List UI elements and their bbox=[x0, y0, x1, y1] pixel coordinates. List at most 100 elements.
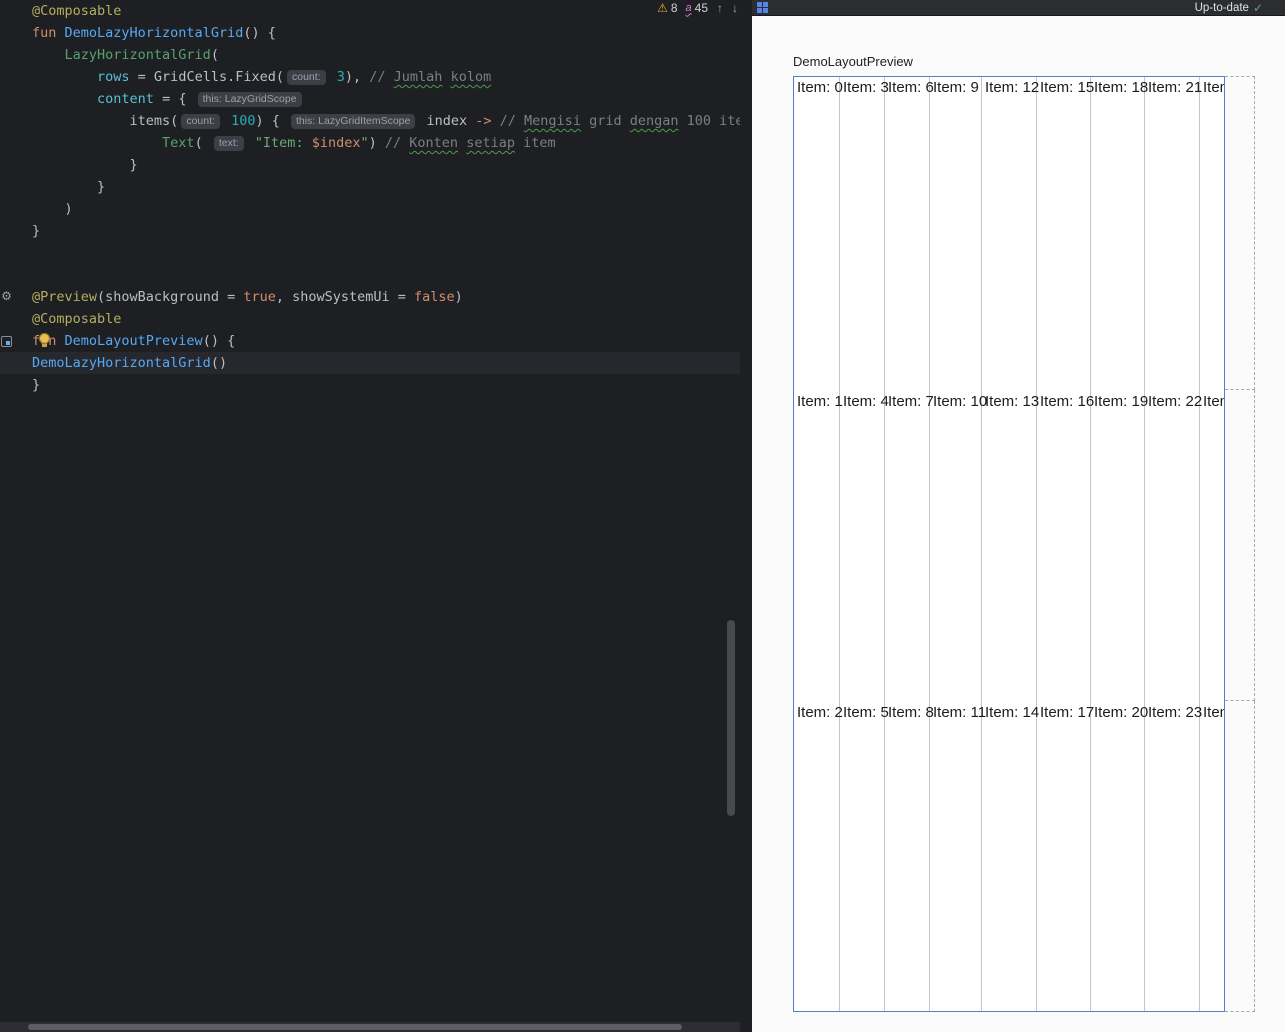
code-token: ( bbox=[194, 135, 211, 151]
code-line[interactable]: @Composable bbox=[0, 0, 740, 22]
inlay-hint: count: bbox=[181, 114, 220, 129]
code-token: index bbox=[418, 113, 476, 129]
inlay-hint: count: bbox=[286, 70, 326, 85]
code-token: () bbox=[210, 355, 228, 371]
preview-title[interactable]: DemoLayoutPreview bbox=[793, 54, 913, 69]
grid-item-label: Item: 21 bbox=[1148, 79, 1203, 96]
code-token: ( bbox=[210, 47, 219, 63]
code-line[interactable]: rows = GridCells.Fixed(count: 3), // Jum… bbox=[0, 66, 740, 88]
vertical-scrollbar[interactable] bbox=[727, 620, 735, 816]
code-token: Jumlah bbox=[393, 69, 443, 85]
grid-column bbox=[982, 77, 1037, 1011]
preview-settings-gear-icon[interactable]: ⚙ bbox=[0, 289, 13, 303]
code-token: LazyHorizontalGrid bbox=[64, 47, 211, 63]
code-line[interactable] bbox=[0, 242, 740, 264]
code-line[interactable]: } bbox=[0, 374, 740, 396]
code-editor[interactable]: @Composable fun DemoLazyHorizontalGrid() … bbox=[0, 0, 752, 1032]
code-token: } bbox=[32, 179, 106, 195]
grid-item-label: Item: 9 bbox=[933, 79, 979, 96]
code-token: () { bbox=[243, 25, 276, 41]
code-line[interactable]: } bbox=[0, 154, 740, 176]
code-line[interactable]: DemoLazyHorizontalGrid() bbox=[0, 352, 740, 374]
horizontal-scrollbar-thumb[interactable] bbox=[28, 1024, 682, 1030]
grid-item-label: Item: 3 bbox=[843, 79, 889, 96]
code-token: fun bbox=[32, 25, 65, 41]
code-line[interactable]: items(count: 100) { this: LazyGridItemSc… bbox=[0, 110, 740, 132]
code-token: () { bbox=[202, 333, 236, 349]
code-token: grid bbox=[580, 113, 630, 129]
code-token: true bbox=[243, 289, 276, 305]
grid-item-label: Item: 1 bbox=[797, 393, 843, 410]
code-token: item bbox=[514, 135, 556, 151]
code-line[interactable]: } bbox=[0, 176, 740, 198]
code-token: } bbox=[32, 157, 138, 173]
preview-frame[interactable]: Item: 0 Item: 1 Item: 2 Item: 3 Item: 4 Item:… bbox=[793, 76, 1225, 1012]
code-token: , showSystemUi = bbox=[275, 289, 415, 305]
inlay-hint: this: LazyGridItemScope bbox=[290, 114, 416, 129]
code-line[interactable]: content = { this: LazyGridScope bbox=[0, 88, 740, 110]
code-line[interactable] bbox=[0, 264, 740, 286]
grid-item-label: Item: 10 bbox=[933, 393, 988, 410]
warnings-group[interactable]: ⚠ 8 bbox=[657, 1, 677, 15]
build-status[interactable]: Up-to-date ✓ bbox=[1195, 1, 1263, 15]
preview-grid-view-icon[interactable] bbox=[757, 2, 768, 13]
grid-item-label: Item: 5 bbox=[843, 704, 889, 721]
code-line[interactable]: fun DemoLazyHorizontalGrid() { bbox=[0, 22, 740, 44]
code-line[interactable]: @Composable bbox=[0, 308, 740, 330]
code-lines[interactable]: @Composable fun DemoLazyHorizontalGrid() … bbox=[0, 0, 740, 1022]
grid-item-label: Item: 0 bbox=[797, 79, 843, 96]
grid-item-label: Item: 11 bbox=[933, 704, 987, 721]
code-token: $index bbox=[311, 135, 361, 151]
intention-bulb-icon[interactable] bbox=[39, 333, 50, 347]
code-token: false bbox=[414, 289, 455, 305]
code-token: // bbox=[491, 113, 525, 129]
code-line[interactable]: Text( text: "Item: $index") // Konten se… bbox=[0, 132, 740, 154]
code-token: 100 item bbox=[686, 113, 740, 129]
grid-item-label: Item: 17 bbox=[1040, 704, 1095, 721]
check-icon: ✓ bbox=[1252, 0, 1263, 15]
next-highlight-arrow-icon[interactable]: ↓ bbox=[732, 1, 738, 15]
run-preview-gutter-icon[interactable] bbox=[1, 336, 12, 347]
horizontal-scrollbar[interactable] bbox=[0, 1022, 740, 1032]
code-token: rows bbox=[97, 69, 130, 85]
code-token: " bbox=[360, 135, 369, 151]
prev-highlight-arrow-icon[interactable]: ↑ bbox=[717, 1, 723, 15]
inspections-widget[interactable]: ⚠ 8 a 45 ↑ ↓ bbox=[649, 0, 738, 16]
preview-panel-header: Up-to-date ✓ bbox=[752, 0, 1285, 16]
typos-group[interactable]: a 45 bbox=[686, 1, 708, 15]
code-token: ) bbox=[32, 201, 73, 217]
android-studio-window: @Composable fun DemoLazyHorizontalGrid() … bbox=[0, 0, 1285, 1032]
code-token: // bbox=[369, 69, 394, 85]
grid-item-label: Item: 7 bbox=[888, 393, 934, 410]
grid-item-label: Item: 6 bbox=[888, 79, 934, 96]
code-line[interactable]: @Preview(showBackground = true, showSyst… bbox=[0, 286, 740, 308]
code-token: DemoLazyHorizontalGrid bbox=[32, 355, 211, 371]
grid-item-label: Item: 26 bbox=[1203, 704, 1224, 721]
typo-count: 45 bbox=[694, 1, 708, 15]
preview-bounds-dashed-bottom bbox=[1225, 701, 1255, 1012]
preview-grid: Item: 0 Item: 1 Item: 2 Item: 3 Item: 4 Item:… bbox=[794, 77, 1224, 1011]
code-token: (showBackground = bbox=[97, 289, 244, 305]
code-line[interactable]: LazyHorizontalGrid( bbox=[0, 44, 740, 66]
code-token: @Preview bbox=[32, 289, 98, 305]
code-line[interactable]: ) bbox=[0, 198, 740, 220]
code-token: 3 bbox=[336, 69, 345, 85]
code-token: } bbox=[32, 223, 41, 239]
grid-item-label: Item: 19 bbox=[1094, 393, 1149, 410]
grid-item-label: Item: 22 bbox=[1148, 393, 1203, 410]
code-line[interactable]: } bbox=[0, 220, 740, 242]
code-token: } bbox=[32, 377, 41, 393]
code-token: "Item: bbox=[246, 135, 312, 151]
design-surface[interactable]: DemoLayoutPreview Item: 0 Item: 1 Item: 2I… bbox=[752, 16, 1285, 1032]
code-token: ) bbox=[454, 289, 463, 305]
build-status-label: Up-to-date bbox=[1194, 1, 1249, 14]
code-token: = { bbox=[153, 91, 195, 107]
grid-item-label: Item: 23 bbox=[1148, 704, 1203, 721]
code-token: // bbox=[384, 135, 410, 151]
code-line[interactable]: fun DemoLayoutPreview() { bbox=[0, 330, 740, 352]
code-token: ) bbox=[368, 135, 385, 151]
grid-item-label: Item: 16 bbox=[1040, 393, 1095, 410]
